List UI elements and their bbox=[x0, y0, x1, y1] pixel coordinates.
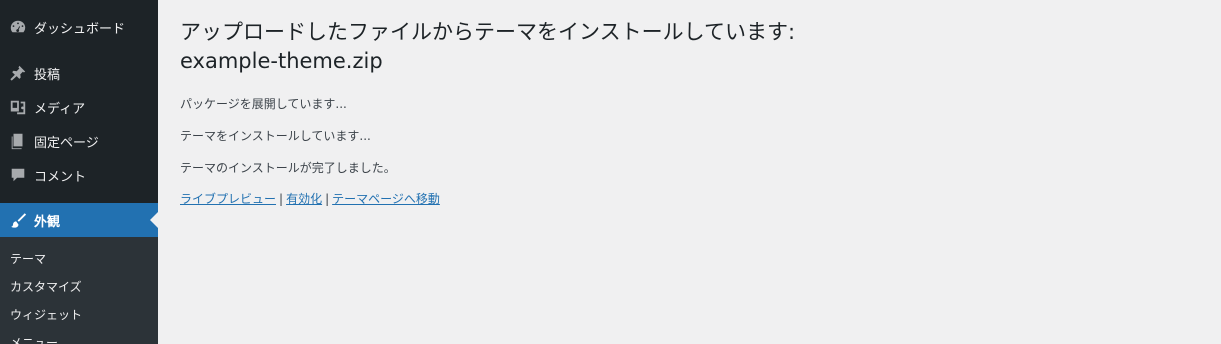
page-title-line2: example-theme.zip bbox=[180, 49, 383, 73]
comment-icon bbox=[8, 165, 28, 185]
sidebar-item-label: メディア bbox=[34, 101, 86, 117]
sidebar-item-label: 外観 bbox=[34, 214, 61, 230]
wp-admin-screen: ダッシュボード 投稿 メディア 固定ページ コメント 外観 テーマ カスタマイズ… bbox=[0, 0, 1221, 344]
activate-link[interactable]: 有効化 bbox=[286, 192, 322, 206]
admin-sidebar: ダッシュボード 投稿 メディア 固定ページ コメント 外観 テーマ カスタマイズ… bbox=[0, 0, 158, 344]
submenu-item-themes[interactable]: テーマ bbox=[10, 250, 46, 267]
live-preview-link[interactable]: ライブプレビュー bbox=[180, 192, 276, 206]
appearance-submenu: テーマ カスタマイズ ウィジェット メニュー bbox=[0, 237, 158, 344]
sidebar-item-media[interactable]: メディア bbox=[0, 90, 158, 124]
sidebar-item-label: 投稿 bbox=[34, 67, 61, 83]
submenu-item-widgets[interactable]: ウィジェット bbox=[10, 306, 82, 323]
dashboard-icon bbox=[8, 17, 28, 37]
link-separator: | bbox=[279, 192, 284, 206]
sidebar-item-comments[interactable]: コメント bbox=[0, 158, 158, 192]
submenu-item-menus[interactable]: メニュー bbox=[10, 334, 58, 344]
media-icon bbox=[8, 97, 28, 117]
sidebar-item-pages[interactable]: 固定ページ bbox=[0, 124, 158, 158]
page-icon bbox=[8, 131, 28, 151]
sidebar-item-label: コメント bbox=[34, 169, 87, 185]
appearance-brush-icon bbox=[8, 210, 28, 230]
sidebar-item-appearance[interactable]: 外観 bbox=[0, 203, 158, 237]
status-message-unpacking: パッケージを展開しています... bbox=[180, 97, 347, 111]
page-title-line1: アップロードしたファイルからテーマをインストールしています: bbox=[180, 20, 796, 44]
sidebar-item-label: ダッシュボード bbox=[34, 21, 126, 37]
sidebar-item-dashboard[interactable]: ダッシュボード bbox=[0, 10, 158, 44]
page-title: アップロードしたファイルからテーマをインストールしています: example-t… bbox=[180, 18, 1180, 76]
status-message-installing: テーマをインストールしています... bbox=[180, 129, 371, 143]
themes-page-link[interactable]: テーマページへ移動 bbox=[332, 192, 440, 206]
submenu-item-customize[interactable]: カスタマイズ bbox=[10, 278, 82, 295]
pin-icon bbox=[8, 63, 28, 83]
action-links: ライブプレビュー | 有効化 | テーマページへ移動 bbox=[180, 190, 440, 207]
status-message-complete: テーマのインストールが完了しました。 bbox=[180, 161, 396, 175]
link-separator: | bbox=[325, 192, 330, 206]
sidebar-item-posts[interactable]: 投稿 bbox=[0, 56, 158, 90]
sidebar-item-label: 固定ページ bbox=[34, 135, 99, 151]
